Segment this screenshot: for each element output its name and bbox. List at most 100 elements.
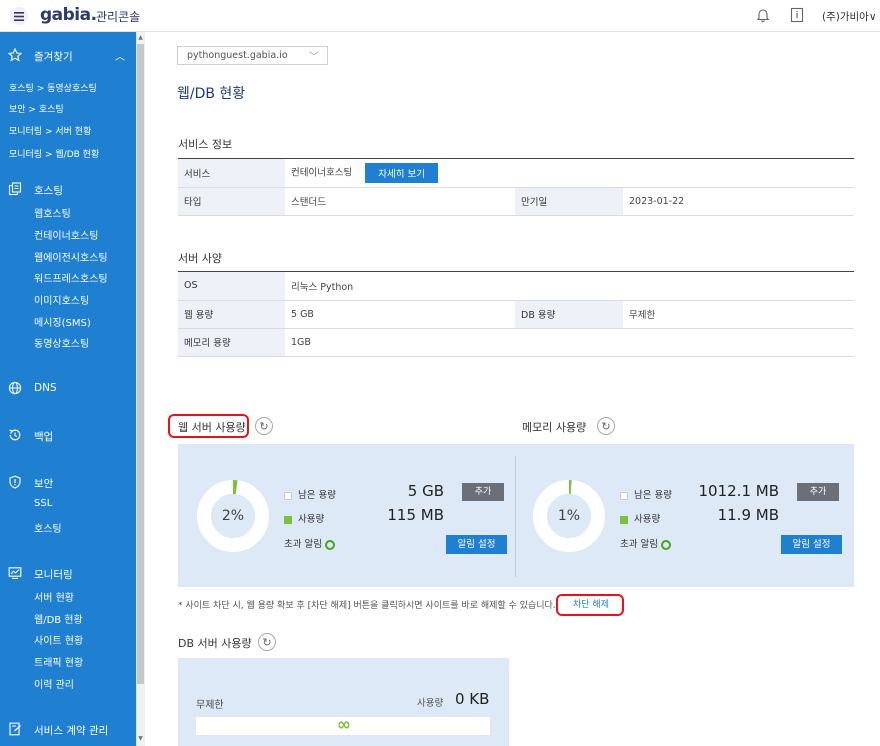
sidebar-scrollbar-thumb[interactable] (137, 44, 144, 684)
db-capacity-label: DB 용량 (515, 300, 623, 329)
memory-capacity-value: 1GB (285, 328, 855, 357)
backup-icon (8, 428, 22, 442)
web-add-button[interactable]: 추가 (462, 483, 504, 501)
top-bar: gabia. 관리콘솔 (주)가비아∨ (0, 0, 880, 32)
os-value: 리눅스 Python (285, 272, 855, 301)
globe-icon (8, 381, 22, 395)
db-capacity-value: 무제한 (623, 300, 855, 329)
hosting-icon (8, 182, 22, 196)
brand-subtitle: 관리콘솔 (96, 10, 141, 24)
legend-label: 사용량 (298, 514, 325, 525)
favorite-item[interactable]: 모니터링 > 서버 현황 (9, 124, 91, 137)
panel-divider (515, 456, 516, 577)
server-spec-table: OS 리눅스 Python 웹 용량 5 GB DB 용량 무제한 메모리 용량… (178, 272, 855, 357)
bell-icon[interactable] (755, 7, 771, 23)
refresh-icon[interactable]: ↻ (255, 417, 273, 435)
sidebar-item-traffic-status[interactable]: 트래픽 현황 (34, 654, 83, 669)
document-icon[interactable] (789, 7, 805, 23)
legend-swatch (284, 515, 292, 524)
web-alert-settings-button[interactable]: 알림 설정 (446, 535, 507, 554)
sidebar-section-favorites[interactable]: 즐겨찾기 (34, 49, 73, 64)
service-value: 컨테이너호스팅 (291, 167, 353, 179)
memory-alert-legend: 초과 알림 (620, 536, 671, 550)
user-menu[interactable]: (주)가비아∨ (822, 9, 877, 24)
sidebar-section-security[interactable]: 보안 (34, 476, 53, 491)
memory-alert-settings-button[interactable]: 알림 설정 (781, 535, 842, 554)
sidebar-item-video-hosting[interactable]: 동영상호스팅 (34, 335, 89, 350)
web-alert-legend: 초과 알림 (284, 536, 335, 550)
db-usage-bar: ∞ (196, 715, 490, 735)
server-spec-title: 서버 사양 (178, 252, 222, 265)
sidebar-item-server-status[interactable]: 서버 현황 (34, 589, 74, 604)
sidebar-item-sms[interactable]: 메시징(SMS) (34, 314, 91, 329)
web-remaining-value: 5 GB (407, 482, 444, 500)
sidebar-item-container-hosting[interactable]: 컨테이너호스팅 (34, 227, 98, 242)
db-limit: 무제한 (196, 700, 224, 711)
type-value: 스탠더드 (285, 187, 515, 216)
sidebar-item-wordpress-hosting[interactable]: 워드프레스호스팅 (34, 270, 108, 285)
favorite-item[interactable]: 호스팅 > 동영상호스팅 (9, 81, 97, 94)
user-name: (주)가비아 (822, 11, 869, 23)
refresh-icon[interactable]: ↻ (258, 633, 276, 651)
chevron-up-icon[interactable]: ︿ (115, 48, 125, 63)
sidebar-item-ssl[interactable]: SSL (34, 498, 52, 509)
star-icon (7, 47, 23, 62)
memory-usage-title: 메모리 사용량 (522, 421, 587, 434)
web-capacity-label: 웹 용량 (178, 300, 285, 329)
sidebar-item-web-agency-hosting[interactable]: 웹에이전시호스팅 (34, 249, 108, 264)
alert-status-icon (324, 539, 335, 550)
expiry-value: 2023-01-22 (623, 187, 854, 216)
menu-icon[interactable] (10, 7, 28, 25)
unblock-button[interactable]: 차단 해제 (573, 597, 609, 610)
os-label: OS (178, 272, 285, 301)
sidebar: 즐겨찾기 ︿ 호스팅 > 동영상호스팅 보안 > 호스팅 모니터링 > 서버 현… (0, 32, 136, 746)
favorite-item[interactable]: 모니터링 > 웹/DB 현황 (9, 147, 99, 160)
scroll-up-arrow-icon[interactable]: ▲ (137, 34, 144, 44)
service-label: 서비스 (178, 159, 285, 188)
web-usage-percent: 2% (221, 508, 245, 524)
memory-usage-percent: 1% (557, 508, 581, 524)
unblock-notice: * 사이트 차단 시, 웹 용량 확보 후 [차단 해제] 버튼을 클릭하시면 … (178, 601, 556, 611)
legend-swatch (620, 515, 628, 524)
db-used-label: 사용량 (417, 698, 444, 709)
memory-used-value: 11.9 MB (717, 506, 779, 524)
brand-logo[interactable]: gabia. (40, 5, 97, 25)
sidebar-section-backup[interactable]: 백업 (34, 429, 53, 444)
web-capacity-value: 5 GB (285, 300, 515, 329)
legend-label: 사용량 (634, 514, 661, 525)
sidebar-item-site-status[interactable]: 사이트 현황 (34, 632, 83, 647)
sidebar-item-history[interactable]: 이력 관리 (34, 676, 74, 691)
favorite-item[interactable]: 보안 > 호스팅 (9, 102, 64, 115)
service-info-title: 서비스 정보 (178, 138, 233, 151)
shield-icon (8, 475, 22, 489)
expiry-label: 만기일 (515, 187, 623, 216)
chevron-down-icon: ∨ (868, 11, 877, 23)
web-usage-title: 웹 서버 사용량 (178, 421, 246, 434)
chevron-down-icon: ﹀ (309, 52, 319, 63)
sidebar-section-monitoring[interactable]: 모니터링 (34, 567, 73, 582)
sidebar-item-security-hosting[interactable]: 호스팅 (34, 520, 62, 535)
infinity-icon: ∞ (336, 715, 352, 735)
legend-swatch (284, 491, 292, 500)
monitor-icon (8, 566, 22, 580)
web-used-legend: 사용량 (284, 511, 324, 525)
sidebar-section-hosting[interactable]: 호스팅 (34, 183, 63, 198)
db-usage-title: DB 서버 사용량 (178, 637, 252, 650)
table-row: OS 리눅스 Python (178, 272, 855, 301)
memory-add-button[interactable]: 추가 (797, 483, 839, 501)
domain-select[interactable]: pythonguest.gabia.io ﹀ (177, 46, 328, 65)
legend-label: 초과 알림 (284, 539, 322, 550)
domain-select-value: pythonguest.gabia.io (187, 50, 288, 61)
table-row: 서비스 컨테이너호스팅 자세히 보기 (178, 159, 854, 188)
sidebar-item-web-hosting[interactable]: 웹호스팅 (34, 205, 71, 220)
sidebar-section-contract[interactable]: 서비스 계약 관리 (34, 723, 108, 738)
service-value-cell: 컨테이너호스팅 자세히 보기 (285, 159, 854, 188)
sidebar-item-image-hosting[interactable]: 이미지호스팅 (34, 292, 89, 307)
sidebar-section-dns[interactable]: DNS (34, 382, 57, 394)
scroll-down-arrow-icon[interactable]: ▼ (137, 735, 144, 745)
refresh-icon[interactable]: ↻ (597, 417, 615, 435)
detail-button[interactable]: 자세히 보기 (365, 162, 438, 183)
table-row: 웹 용량 5 GB DB 용량 무제한 (178, 300, 855, 329)
memory-remaining-value: 1012.1 MB (698, 482, 780, 500)
sidebar-item-web-db-status[interactable]: 웹/DB 현황 (34, 611, 83, 626)
